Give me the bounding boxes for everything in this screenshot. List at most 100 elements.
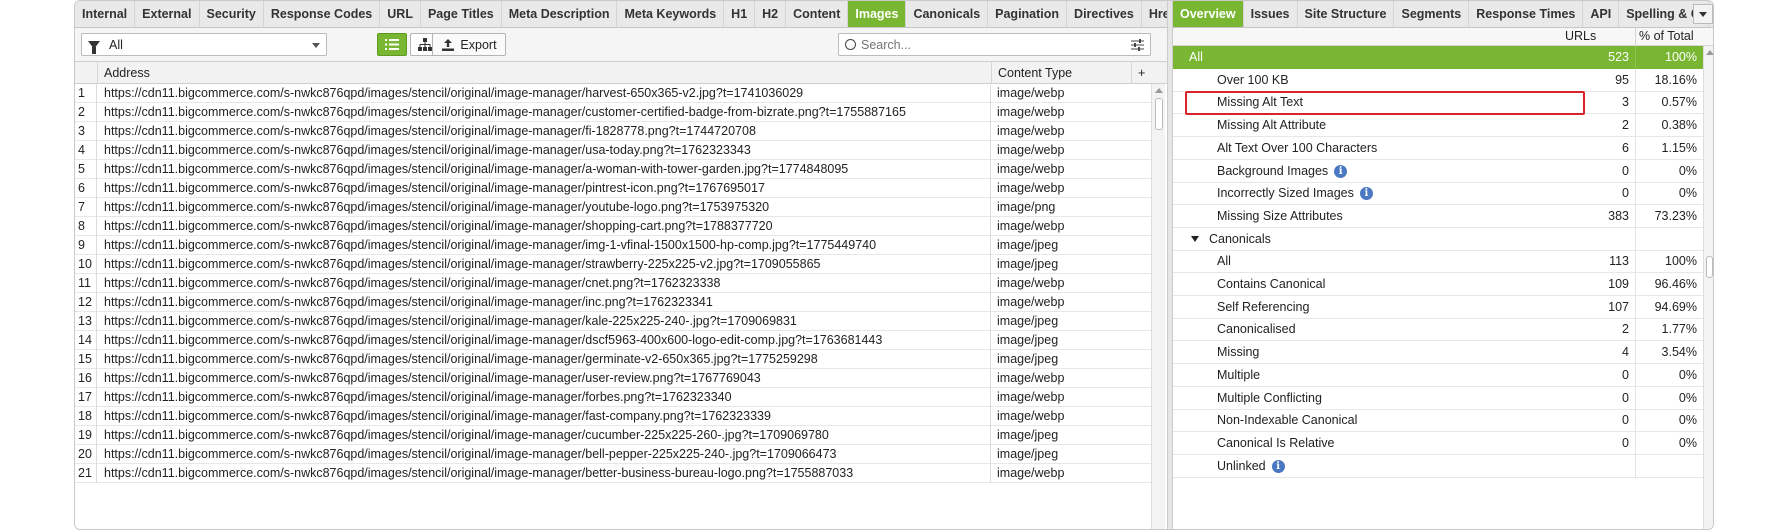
percent-of-total: 3.54% — [1635, 341, 1701, 365]
more-right-tabs-button[interactable] — [1693, 4, 1713, 24]
tab-meta-description[interactable]: Meta Description — [502, 1, 618, 27]
table-row[interactable]: 7 https://cdn11.bigcommerce.com/s-nwkc876… — [75, 198, 1151, 217]
overview-row[interactable]: Background Images i 0 0% — [1173, 159, 1703, 183]
table-row[interactable]: 19 https://cdn11.bigcommerce.com/s-nwkc87… — [75, 426, 1151, 445]
expand-toggle-icon[interactable] — [1191, 236, 1199, 243]
overview-label-text: Incorrectly Sized Images — [1217, 186, 1354, 201]
tab-content[interactable]: Content — [786, 1, 849, 27]
row-number: 13 — [75, 312, 97, 331]
table-row[interactable]: 21 https://cdn11.bigcommerce.com/s-nwkc87… — [75, 464, 1151, 483]
table-row[interactable]: 18 https://cdn11.bigcommerce.com/s-nwkc87… — [75, 407, 1151, 426]
info-icon[interactable]: i — [1271, 459, 1285, 473]
filter-dropdown[interactable]: All — [81, 33, 327, 56]
tab-security[interactable]: Security — [200, 1, 264, 27]
table-row[interactable]: 12 https://cdn11.bigcommerce.com/s-nwkc87… — [75, 293, 1151, 312]
tab-href[interactable]: Href — [1142, 1, 1167, 27]
tab-issues[interactable]: Issues — [1244, 1, 1298, 27]
overview-row[interactable]: Alt Text Over 100 Characters 6 1.15% — [1173, 136, 1703, 160]
overview-row[interactable]: Incorrectly Sized Images i 0 0% — [1173, 182, 1703, 206]
overview-row[interactable]: Missing Alt Text 3 0.57% — [1173, 91, 1703, 115]
grid-scrollbar[interactable] — [1151, 84, 1165, 529]
overview-row[interactable]: Missing Alt Attribute 2 0.38% — [1173, 114, 1703, 138]
sliders-icon[interactable] — [1131, 39, 1144, 51]
tab-site-structure[interactable]: Site Structure — [1298, 1, 1395, 27]
tab-internal[interactable]: Internal — [75, 1, 136, 27]
scroll-thumb[interactable] — [1706, 256, 1713, 278]
export-icon — [442, 38, 455, 51]
tab-h2[interactable]: H2 — [755, 1, 787, 27]
table-row[interactable]: 17 https://cdn11.bigcommerce.com/s-nwkc87… — [75, 388, 1151, 407]
overview-row[interactable]: Unlinked i — [1173, 454, 1703, 478]
table-row[interactable]: 4 https://cdn11.bigcommerce.com/s-nwkc876… — [75, 141, 1151, 160]
info-icon[interactable]: i — [1359, 187, 1373, 201]
tab-url[interactable]: URL — [380, 1, 421, 27]
tab-response-times[interactable]: Response Times — [1469, 1, 1584, 27]
overview-row[interactable]: Multiple 0 0% — [1173, 363, 1703, 387]
overview-row[interactable]: All 523 100% — [1173, 46, 1703, 69]
table-row[interactable]: 20 https://cdn11.bigcommerce.com/s-nwkc87… — [75, 445, 1151, 464]
tab-h1[interactable]: H1 — [724, 1, 756, 27]
tree-view-icon — [418, 38, 432, 51]
column-header-percent[interactable]: % of Total — [1639, 29, 1694, 43]
column-header-content-type[interactable]: Content Type — [992, 62, 1132, 84]
tab-page-titles[interactable]: Page Titles — [421, 1, 502, 27]
overview-label-text: Missing Size Attributes — [1217, 208, 1343, 223]
tab-meta-keywords[interactable]: Meta Keywords — [617, 1, 725, 27]
left-pane: Internal External Security Response Codes UR… — [75, 1, 1167, 529]
percent-of-total: 100% — [1635, 46, 1701, 69]
tab-api[interactable]: API — [1583, 1, 1620, 27]
table-row[interactable]: 9 https://cdn11.bigcommerce.com/s-nwkc876… — [75, 236, 1151, 255]
table-row[interactable]: 13 https://cdn11.bigcommerce.com/s-nwkc87… — [75, 312, 1151, 331]
overview-row[interactable]: Missing Size Attributes 383 73.23% — [1173, 204, 1703, 228]
scroll-thumb[interactable] — [1155, 98, 1163, 130]
tab-directives[interactable]: Directives — [1067, 1, 1142, 27]
funnel-icon — [88, 40, 100, 54]
percent-of-total: 1.15% — [1635, 136, 1701, 160]
search-box[interactable] — [838, 33, 1151, 56]
scroll-up-icon[interactable] — [1706, 50, 1713, 55]
table-row[interactable]: 10 https://cdn11.bigcommerce.com/s-nwkc87… — [75, 255, 1151, 274]
tab-segments[interactable]: Segments — [1394, 1, 1470, 27]
tab-external[interactable]: External — [135, 1, 200, 27]
info-icon[interactable]: i — [1334, 164, 1348, 178]
overview-row[interactable]: Contains Canonical 109 96.46% — [1173, 273, 1703, 296]
row-number: 8 — [75, 217, 97, 236]
overview-row[interactable]: Multiple Conflicting 0 0% — [1173, 386, 1703, 410]
tab-response-codes[interactable]: Response Codes — [264, 1, 381, 27]
column-header-address[interactable]: Address — [98, 62, 992, 84]
table-row[interactable]: 3 https://cdn11.bigcommerce.com/s-nwkc876… — [75, 122, 1151, 141]
overview-scrollbar[interactable] — [1703, 46, 1713, 529]
table-row[interactable]: 8 https://cdn11.bigcommerce.com/s-nwkc876… — [75, 217, 1151, 236]
overview-row[interactable]: Canonical Is Relative 0 0% — [1173, 431, 1703, 455]
overview-row[interactable]: Canonicalised 2 1.77% — [1173, 318, 1703, 342]
percent-of-total: 0% — [1635, 363, 1701, 387]
export-button[interactable]: Export — [432, 33, 506, 56]
overview-row[interactable]: Self Referencing 107 94.69% — [1173, 295, 1703, 319]
tab-overview[interactable]: Overview — [1173, 1, 1244, 27]
add-column-button[interactable]: + — [1132, 62, 1152, 84]
table-row[interactable]: 14 https://cdn11.bigcommerce.com/s-nwkc87… — [75, 331, 1151, 350]
list-view-button[interactable] — [377, 33, 407, 56]
tab-pagination[interactable]: Pagination — [988, 1, 1068, 27]
overview-row[interactable]: Non-Indexable Canonical 0 0% — [1173, 409, 1703, 433]
table-row[interactable]: 2 https://cdn11.bigcommerce.com/s-nwkc876… — [75, 103, 1151, 122]
address-cell: https://cdn11.bigcommerce.com/s-nwkc876q… — [98, 236, 991, 255]
table-row[interactable]: 6 https://cdn11.bigcommerce.com/s-nwkc876… — [75, 179, 1151, 198]
overview-row[interactable]: Canonicals — [1173, 227, 1703, 251]
column-header-urls[interactable]: URLs — [1565, 29, 1596, 43]
overview-row[interactable]: Missing 4 3.54% — [1173, 341, 1703, 365]
table-row[interactable]: 11 https://cdn11.bigcommerce.com/s-nwkc87… — [75, 274, 1151, 293]
overview-row[interactable]: All 113 100% — [1173, 250, 1703, 274]
url-count — [1565, 455, 1631, 478]
table-row[interactable]: 5 https://cdn11.bigcommerce.com/s-nwkc876… — [75, 160, 1151, 179]
tab-canonicals[interactable]: Canonicals — [906, 1, 989, 27]
table-row[interactable]: 1 https://cdn11.bigcommerce.com/s-nwkc876… — [75, 84, 1151, 103]
percent-of-total: 94.69% — [1635, 295, 1701, 319]
table-row[interactable]: 16 https://cdn11.bigcommerce.com/s-nwkc87… — [75, 369, 1151, 388]
table-row[interactable]: 15 https://cdn11.bigcommerce.com/s-nwkc87… — [75, 350, 1151, 369]
overview-row[interactable]: Over 100 KB 95 18.16% — [1173, 68, 1703, 92]
tab-images[interactable]: Images — [848, 1, 907, 27]
scroll-up-icon[interactable] — [1155, 88, 1163, 93]
row-number: 14 — [75, 331, 97, 350]
search-input[interactable] — [861, 37, 1121, 52]
